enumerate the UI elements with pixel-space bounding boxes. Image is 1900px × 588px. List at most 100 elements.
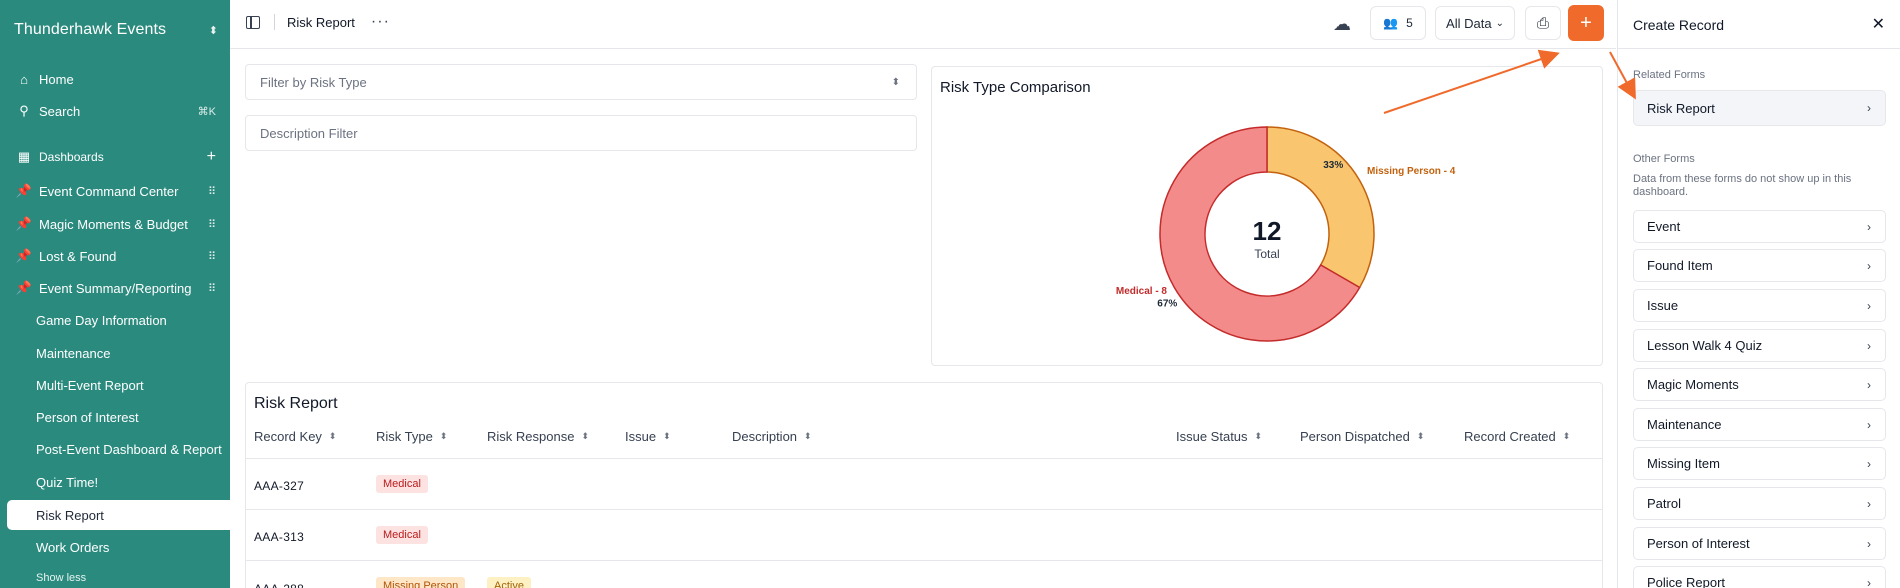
create-record-button[interactable]: +	[1568, 5, 1604, 41]
nav-sub-item[interactable]: Maintenance	[7, 338, 230, 368]
nav-pinned-item[interactable]: 📌 Event Command Center ⠿	[7, 176, 230, 206]
search-shortcut: ⌘K	[197, 105, 216, 118]
nav-sub-item[interactable]: Work Orders	[7, 532, 230, 562]
nav-search-label: Search	[39, 103, 81, 119]
dashboard-icon: ▦	[17, 149, 31, 164]
description-filter-placeholder: Description Filter	[260, 125, 358, 141]
sidebar-toggle-icon[interactable]	[246, 15, 260, 29]
show-less-link[interactable]: Show less	[36, 572, 86, 584]
form-item[interactable]: Magic Moments ›	[1633, 368, 1886, 401]
drag-handle-icon[interactable]: ⠿	[208, 218, 216, 231]
sort-icon: ⬍	[1562, 431, 1571, 441]
form-item[interactable]: Person of Interest ›	[1633, 527, 1886, 560]
form-item-label: Police Report	[1647, 575, 1726, 588]
org-switcher[interactable]: Thunderhawk Events ⬍	[14, 18, 218, 42]
top-bar: Risk Report ··· ☁ 👥 5 All Data ⌄ ⎙ +	[230, 0, 1616, 49]
nav-sub-item[interactable]: Quiz Time!	[7, 467, 230, 497]
table-row[interactable]: AAA-327 Medical	[246, 458, 1602, 509]
form-item[interactable]: Maintenance ›	[1633, 408, 1886, 441]
column-header-label: Issue Status	[1176, 429, 1248, 444]
column-header[interactable]: Issue ⬍	[625, 429, 671, 444]
nav-sub-item[interactable]: Post-Event Dashboard & Report	[7, 434, 230, 464]
all-data-dropdown[interactable]: All Data ⌄	[1435, 6, 1515, 40]
drag-handle-icon[interactable]: ⠿	[208, 250, 216, 263]
form-item-label: Lesson Walk 4 Quiz	[1647, 338, 1763, 353]
nav-sub-item[interactable]: Game Day Information	[7, 305, 230, 335]
sort-icon: ⬍	[1254, 431, 1263, 441]
chevron-right-icon: ›	[1867, 456, 1871, 471]
chevron-right-icon: ›	[1867, 298, 1871, 313]
column-header-label: Record Key	[254, 429, 322, 444]
form-item[interactable]: Issue ›	[1633, 289, 1886, 322]
users-button[interactable]: 👥 5	[1370, 6, 1426, 40]
risk-type-filter[interactable]: Filter by Risk Type ⬍	[245, 64, 917, 100]
table-row[interactable]: AAA-288 Missing Person Active	[246, 560, 1602, 588]
column-header[interactable]: Record Created ⬍	[1464, 429, 1570, 444]
users-icon: 👥	[1383, 16, 1399, 30]
pin-icon: 📌	[15, 248, 33, 263]
nav-dashboards[interactable]: ▦ Dashboards +	[7, 142, 230, 172]
risk-report-table: Risk Report Record Key ⬍ Risk Type ⬍ Risk …	[245, 382, 1603, 588]
more-options-icon[interactable]: ···	[371, 14, 390, 30]
sidebar: Thunderhawk Events ⬍ ⌂ Home ⚲ Search ⌘K …	[0, 0, 230, 588]
donut-chart: 33% 67% Missing Person - 4 Medical - 8 12Tot…	[1116, 126, 1456, 342]
column-header[interactable]: Risk Type ⬍	[376, 429, 447, 444]
form-item[interactable]: Police Report ›	[1633, 566, 1886, 588]
form-item-risk-report[interactable]: Risk Report ›	[1633, 90, 1886, 126]
form-item[interactable]: Lesson Walk 4 Quiz ›	[1633, 329, 1886, 362]
risk-type-badge: Medical	[376, 526, 428, 544]
form-item-label: Patrol	[1647, 496, 1681, 511]
pin-icon: 📌	[15, 183, 33, 198]
pie-percent-label: 67%	[1157, 298, 1177, 309]
chevron-up-down-icon: ⬍	[891, 76, 900, 88]
column-header[interactable]: Record Key ⬍	[254, 429, 336, 444]
chevron-right-icon: ›	[1867, 536, 1871, 551]
add-dashboard-icon[interactable]: +	[207, 148, 216, 166]
column-header-label: Risk Response	[487, 429, 575, 444]
drag-handle-icon[interactable]: ⠿	[208, 282, 216, 295]
risk-type-filter-placeholder: Filter by Risk Type	[260, 74, 367, 90]
chevron-right-icon: ›	[1867, 338, 1871, 353]
form-item[interactable]: Missing Item ›	[1633, 447, 1886, 480]
print-button[interactable]: ⎙	[1525, 6, 1561, 40]
form-item[interactable]: Found Item ›	[1633, 249, 1886, 282]
table-row[interactable]: AAA-313 Medical	[246, 509, 1602, 560]
description-filter[interactable]: Description Filter	[245, 115, 917, 151]
column-header-label: Issue	[625, 429, 657, 444]
nav-pinned-item[interactable]: 📌 Lost & Found ⠿	[7, 241, 230, 271]
nav-home[interactable]: ⌂ Home	[7, 64, 230, 94]
panel-title: Create Record	[1633, 17, 1725, 33]
nav-sub-item[interactable]: Multi-Event Report	[7, 370, 230, 400]
record-key: AAA-288	[254, 582, 304, 588]
chevron-right-icon: ›	[1867, 496, 1871, 511]
drag-handle-icon[interactable]: ⠿	[208, 185, 216, 198]
cloud-sync-icon[interactable]: ☁	[1333, 14, 1351, 35]
close-icon[interactable]: ✕	[1872, 14, 1885, 34]
nav-search[interactable]: ⚲ Search ⌘K	[7, 96, 230, 126]
pie-slice[interactable]	[1266, 126, 1375, 289]
nav-pinned-label: Magic Moments & Budget	[39, 216, 188, 232]
record-key: AAA-327	[254, 479, 305, 493]
chevron-right-icon: ›	[1867, 575, 1871, 588]
form-item[interactable]: Patrol ›	[1633, 487, 1886, 520]
column-header[interactable]: Person Dispatched ⬍	[1300, 429, 1424, 444]
form-item[interactable]: Event ›	[1633, 210, 1886, 243]
form-item-label: Found Item	[1647, 258, 1713, 273]
nav-pinned-label: Lost & Found	[39, 248, 117, 264]
nav-pinned-item[interactable]: 📌 Event Summary/Reporting ⠿	[7, 273, 230, 303]
chevron-right-icon: ›	[1867, 258, 1871, 273]
nav-home-label: Home	[39, 71, 74, 87]
risk-type-badge: Missing Person	[376, 577, 466, 588]
risk-type-badge: Medical	[376, 475, 428, 493]
column-header[interactable]: Issue Status ⬍	[1176, 429, 1262, 444]
nav-sub-item[interactable]: Person of Interest	[7, 402, 230, 432]
record-key: AAA-313	[254, 530, 305, 544]
column-header[interactable]: Risk Response ⬍	[487, 429, 589, 444]
plus-icon: +	[1580, 11, 1592, 34]
column-header[interactable]: Description ⬍	[732, 429, 812, 444]
risk-type-chart-card: Risk Type Comparison 33% 67% Missing Perso…	[931, 66, 1603, 366]
form-item-label: Issue	[1647, 298, 1679, 313]
sort-icon: ⬍	[1416, 431, 1425, 441]
nav-pinned-item[interactable]: 📌 Magic Moments & Budget ⠿	[7, 209, 230, 239]
nav-sub-item-active[interactable]: Risk Report	[7, 500, 230, 530]
